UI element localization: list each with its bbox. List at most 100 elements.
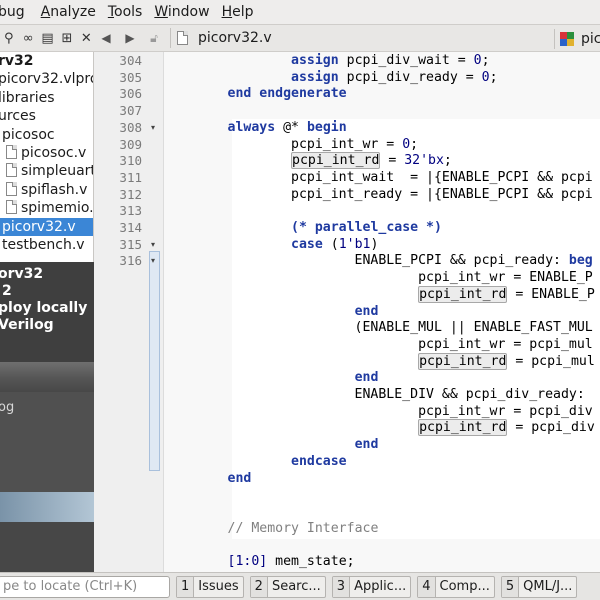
symbol-selector[interactable]: picorv32: [550, 25, 600, 52]
code-line: [1:0] mem_state;: [164, 554, 355, 571]
forward-icon[interactable]: ▶: [118, 27, 142, 49]
code-line: pcpi_int_wr = pcpi_div: [164, 404, 593, 421]
code-token: assign: [291, 53, 339, 68]
output-tab-comp[interactable]: 4 Comp...: [417, 575, 495, 598]
code-token: pcpi_int_wr = pcpi_mul: [164, 336, 593, 352]
code-token: pcpi_int_wr =: [164, 136, 403, 152]
code-line: pcpi_int_wr = 0;: [164, 137, 418, 154]
code-token: ;: [410, 136, 419, 152]
fold-marker-icon[interactable]: ▾: [148, 253, 158, 270]
document-title[interactable]: picorv32.v: [198, 30, 272, 46]
code-token: = pcpi_div: [507, 420, 595, 436]
separator: [170, 28, 171, 48]
code-token: pcpi_int_ready = |{ENABLE_PCPI && pcpi: [164, 186, 593, 202]
tree-item[interactable]: spimemio.: [0, 199, 93, 217]
output-tab-number: 4: [418, 576, 436, 597]
code-line: assign pcpi_div_wait = 0;: [164, 53, 490, 70]
tree-item[interactable]: libraries: [0, 89, 93, 107]
code-line: pcpi_int_rd = ENABLE_P: [164, 285, 595, 304]
tree-item-label: rv32: [0, 53, 34, 69]
link-icon[interactable]: ∞: [20, 29, 35, 47]
code-token: 1'b1: [338, 236, 371, 252]
tree-item[interactable]: simpleuart: [0, 162, 94, 180]
tree-item[interactable]: spiflash.v: [0, 181, 93, 199]
add-split-icon[interactable]: ⊞: [59, 29, 74, 47]
output-tab-label: Searc...: [271, 579, 321, 594]
tree-item[interactable]: testbench.v: [0, 236, 93, 254]
code-token: case: [291, 236, 323, 252]
menu-help[interactable]: Help: [222, 4, 262, 20]
code-token: pcpi_int_rd: [291, 152, 381, 170]
output-tab-searc[interactable]: 2 Searc...: [249, 575, 326, 598]
project-toolbar: ⚲ ∞ ▤ ⊞ ✕: [0, 25, 94, 52]
code-line: pcpi_int_rd = 32'bx;: [164, 152, 452, 170]
editor-toolbar: ◀ ▶ 🔓︎ picorv32.v picorv32: [94, 25, 600, 52]
code-token: pcpi_div_wait =: [338, 53, 474, 68]
line-number: 304: [119, 53, 142, 68]
filter-icon[interactable]: ⚲: [1, 29, 16, 47]
menu-analyze[interactable]: Analyze: [41, 4, 104, 20]
output-tab-qmlj[interactable]: 5 QML/J...: [500, 575, 578, 598]
code-token: ;: [443, 153, 452, 169]
code-editor[interactable]: assign pcpi_div_wait = 0; assign pcpi_di…: [164, 52, 600, 572]
tree-item[interactable]: picosoc.v: [0, 144, 93, 162]
output-tab-label: Applic...: [354, 579, 407, 594]
output-tab-issues[interactable]: 1 Issues: [176, 575, 244, 598]
tree-item[interactable]: picorv32.v: [0, 217, 93, 236]
menu-tools[interactable]: Tools: [108, 4, 151, 20]
back-icon[interactable]: ◀: [94, 27, 118, 49]
code-line: assign pcpi_div_ready = 0;: [164, 70, 497, 87]
output-tab-number: 3: [332, 576, 351, 597]
code-token: pcpi_int_rd: [418, 285, 508, 303]
locator-input[interactable]: pe to locate (Ctrl+K): [0, 575, 170, 598]
code-token: pcpi_int_wr = pcpi_div: [164, 403, 593, 419]
tree-item-label: testbench.v: [2, 237, 85, 253]
line-number-gutter: 304 305 306 307 308 ▾ 309 310 311 312 313 314 315 ▾ 31…: [94, 52, 164, 572]
menu-bug[interactable]: bug: [0, 4, 37, 20]
fold-range-marker[interactable]: [149, 251, 160, 471]
fold-marker-icon[interactable]: ▾: [148, 120, 158, 137]
code-line: pcpi_int_wr = pcpi_mul: [164, 337, 593, 354]
popup-subtitle: 2: [2, 283, 12, 299]
file-icon: [6, 163, 17, 178]
output-tab-applic[interactable]: 3 Applic...: [331, 575, 412, 598]
code-token: end: [354, 370, 379, 386]
line-number: 316: [119, 253, 142, 269]
code-token: = pcpi_mul: [507, 353, 595, 369]
code-token: (ENABLE_MUL || ENABLE_FAST_MUL: [164, 320, 593, 336]
module-icon: [560, 31, 574, 46]
lock-icon[interactable]: 🔓︎: [142, 27, 166, 49]
code-token: (: [322, 236, 339, 252]
code-line: end endgenerate: [164, 86, 347, 103]
tree-item-label: libraries: [0, 89, 55, 106]
code-token: // Memory Interface: [227, 520, 379, 536]
fold-marker-icon[interactable]: ▾: [148, 237, 158, 254]
popup-deploy[interactable]: ploy locally: [0, 300, 87, 316]
file-icon: [6, 200, 17, 215]
code-token: =: [380, 153, 405, 169]
tree-item-label: simpleuart: [21, 163, 94, 180]
tree-item-label: urces: [0, 108, 36, 125]
close-icon[interactable]: ✕: [79, 29, 94, 47]
split-icon[interactable]: ▤: [40, 29, 55, 47]
tree-item[interactable]: urces: [0, 107, 93, 125]
tree-item[interactable]: picosoc: [0, 126, 93, 144]
tree-item[interactable]: rv32: [0, 52, 93, 70]
tree-item[interactable]: picorv32.vlpro: [0, 70, 93, 88]
file-icon: [6, 145, 17, 159]
menu-window[interactable]: Window: [154, 4, 217, 20]
code-line: end: [164, 437, 379, 454]
tree-item-label: spiflash.v: [21, 181, 88, 198]
output-tab-number: 5: [501, 576, 520, 597]
code-line: pcpi_int_rd = pcpi_mul: [164, 352, 595, 371]
code-line: end: [164, 471, 252, 488]
code-token: begin: [306, 119, 347, 135]
code-line: endcase: [164, 454, 347, 471]
